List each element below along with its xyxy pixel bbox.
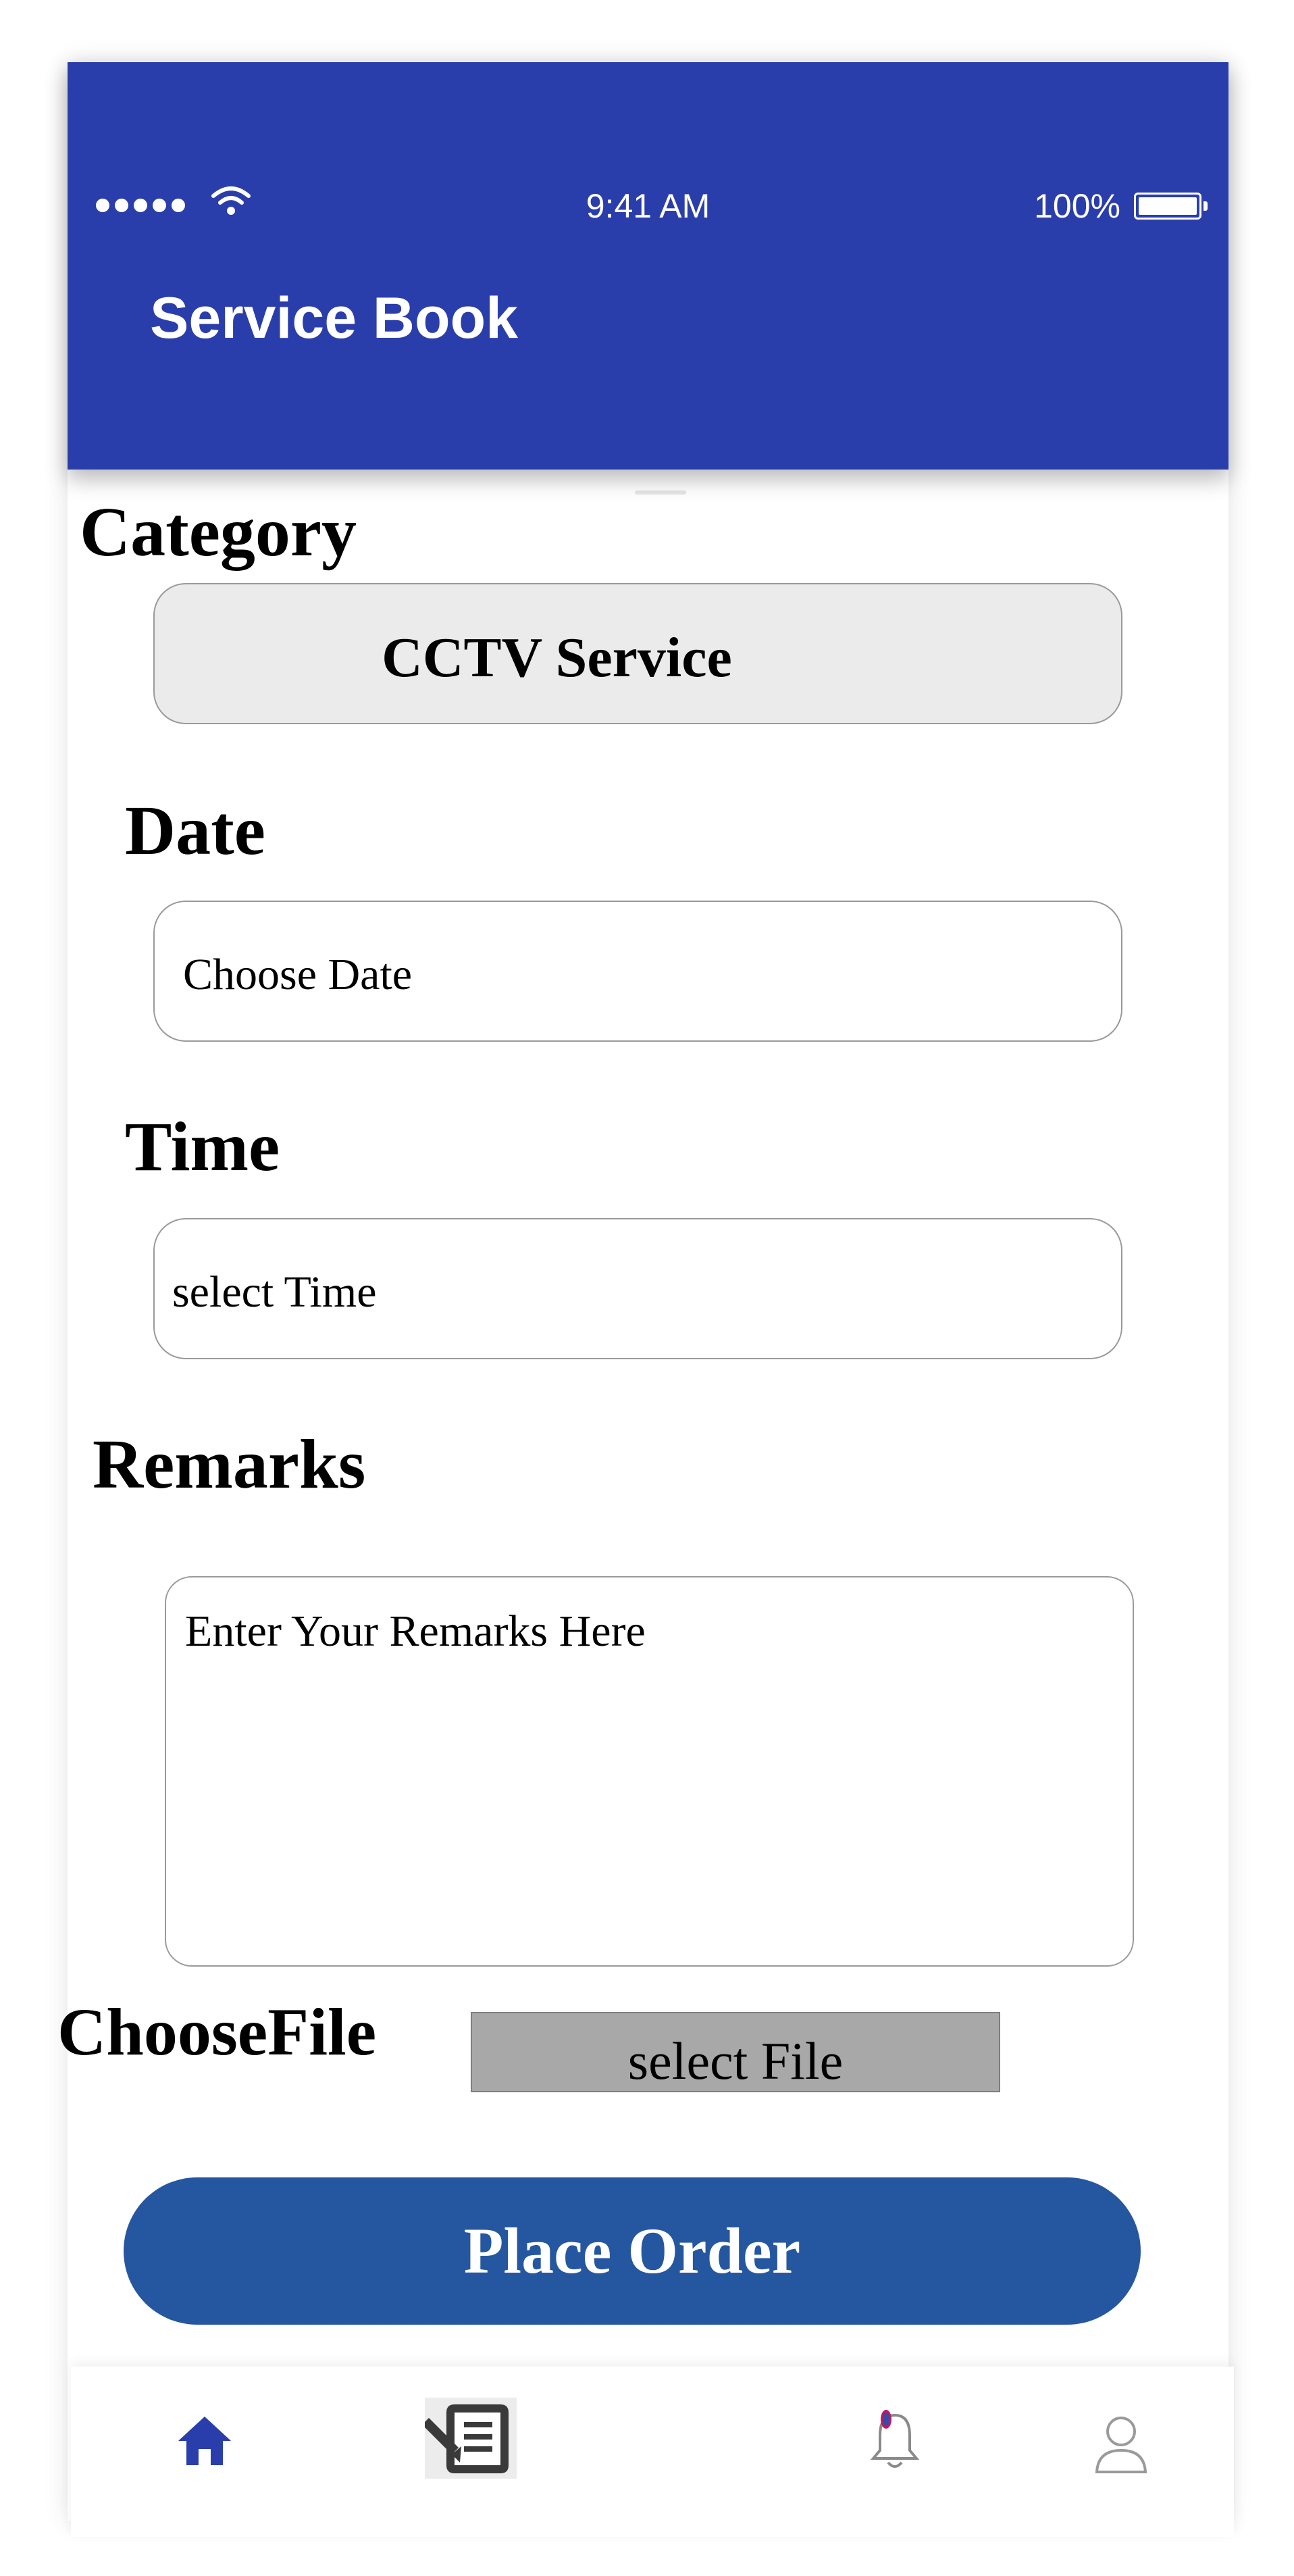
select-file-button[interactable]: select File	[471, 2012, 1000, 2092]
category-value: CCTV Service	[382, 626, 732, 689]
remarks-label: Remarks	[93, 1425, 366, 1503]
bell-icon[interactable]	[868, 2408, 922, 2473]
remarks-textarea[interactable]: Enter Your Remarks Here	[165, 1576, 1134, 1967]
category-field[interactable]: CCTV Service	[153, 583, 1122, 724]
app-header: 9:41 AM 100% Service Book	[68, 62, 1228, 470]
date-placeholder: Choose Date	[183, 950, 413, 999]
battery-icon	[1134, 193, 1208, 220]
date-label: Date	[125, 792, 265, 869]
time-field[interactable]: select Time	[153, 1218, 1122, 1359]
status-bar: 9:41 AM 100%	[68, 169, 1228, 250]
place-order-button[interactable]: Place Order	[124, 2177, 1141, 2325]
remarks-placeholder: Enter Your Remarks Here	[185, 1607, 646, 1656]
time-placeholder: select Time	[172, 1267, 377, 1317]
sheet-handle	[635, 490, 686, 495]
date-field[interactable]: Choose Date	[153, 901, 1122, 1042]
category-label: Category	[80, 493, 357, 571]
time-label: Time	[125, 1108, 280, 1186]
bottom-nav	[71, 2367, 1234, 2537]
page-title: Service Book	[150, 286, 518, 351]
orders-icon[interactable]	[425, 2398, 517, 2479]
profile-icon[interactable]	[1093, 2411, 1149, 2476]
battery-percentage: 100%	[1034, 187, 1120, 225]
home-icon[interactable]	[176, 2414, 234, 2468]
choose-file-label: ChooseFile	[57, 1994, 377, 2069]
